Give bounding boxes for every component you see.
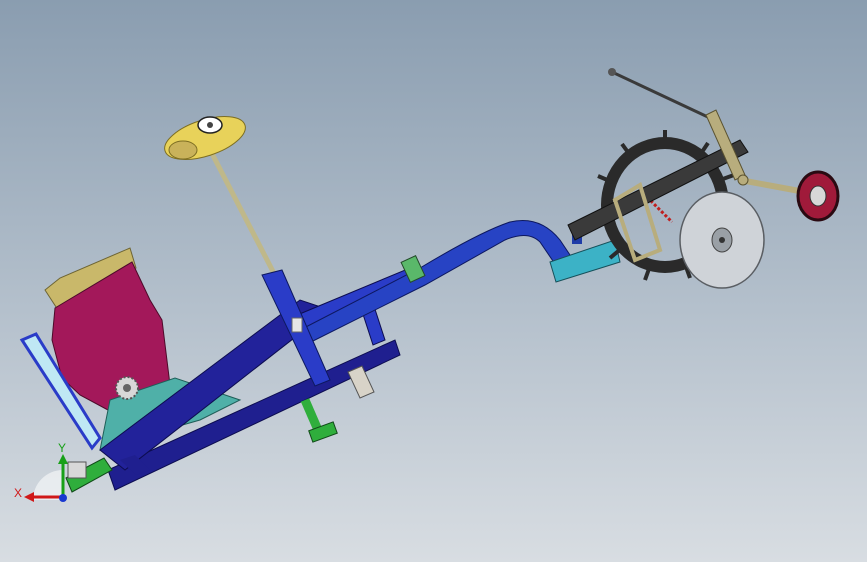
disc-coulter[interactable] [679, 191, 765, 289]
tail-wheel[interactable] [796, 170, 840, 222]
x-axis-label: X [14, 486, 22, 500]
z-axis-dot [59, 494, 67, 502]
assembly-view[interactable]: X Y [0, 0, 867, 562]
metering-gear-icon [115, 376, 139, 400]
cad-viewport[interactable]: X Y [0, 0, 867, 562]
hanging-bracket [347, 365, 375, 399]
foot-pedal[interactable] [300, 398, 338, 443]
coordinate-triad: X Y [14, 441, 68, 502]
hand-wheel[interactable] [159, 108, 250, 168]
column-bracket [291, 317, 303, 333]
drawbar[interactable] [299, 220, 573, 346]
y-axis-label: Y [58, 441, 66, 455]
steering-shaft[interactable] [202, 138, 283, 287]
hitch-block [67, 461, 87, 479]
